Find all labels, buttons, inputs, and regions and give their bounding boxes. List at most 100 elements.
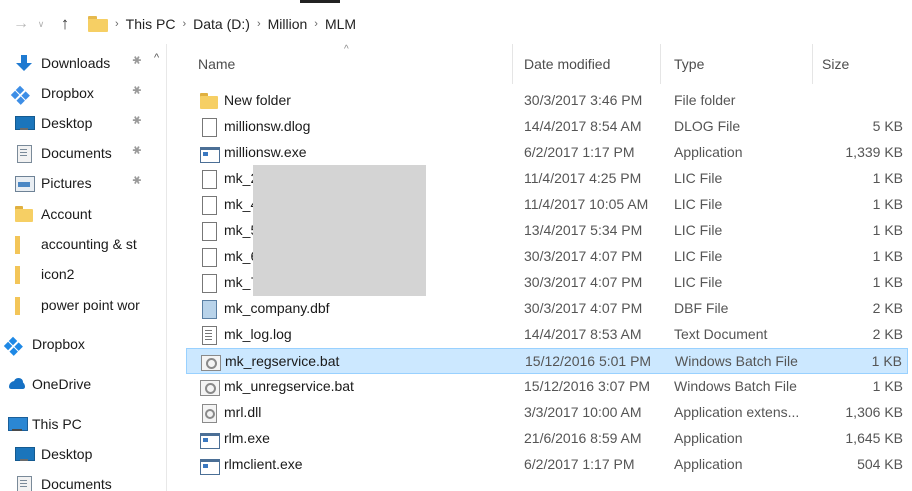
file-type: File folder <box>674 92 736 108</box>
file-size: 1 KB <box>871 353 902 369</box>
file-type: DLOG File <box>674 118 741 134</box>
file-name: mk_regservice.bat <box>225 353 340 369</box>
download-icon <box>15 55 33 71</box>
application-icon <box>200 456 220 475</box>
folder-icon <box>15 206 33 222</box>
nav-item-label: Dropbox <box>41 85 94 101</box>
nav-item-desktop[interactable]: Desktop ✱ <box>0 111 166 135</box>
file-row[interactable]: New folder 30/3/2017 3:46 PM File folder <box>186 88 908 114</box>
nav-item-accounting[interactable]: accounting & st <box>0 232 166 256</box>
back-arrow-icon[interactable]: → <box>10 13 32 35</box>
file-type: LIC File <box>674 222 723 238</box>
nav-item-thispc-documents[interactable]: Documents <box>0 472 166 491</box>
file-size: 504 KB <box>857 456 903 472</box>
file-date: 30/3/2017 4:07 PM <box>524 300 643 316</box>
column-header-name[interactable]: Name <box>198 56 235 72</box>
file-row[interactable]: rlmclient.exe 6/2/2017 1:17 PM Applicati… <box>186 452 908 478</box>
file-date: 30/3/2017 3:46 PM <box>524 92 643 108</box>
up-arrow-icon[interactable]: ↑ <box>54 13 76 35</box>
file-date: 14/4/2017 8:53 AM <box>524 326 642 342</box>
pin-icon[interactable]: ✱ <box>129 113 143 128</box>
database-file-icon <box>200 300 218 319</box>
nav-root-dropbox[interactable]: Dropbox <box>0 332 166 356</box>
nav-item-label: accounting & st <box>41 236 137 252</box>
cropped-top-edge <box>0 0 912 7</box>
blank-file-icon <box>200 274 218 293</box>
column-header-size[interactable]: Size <box>822 56 849 72</box>
file-row[interactable]: millionsw.exe 6/2/2017 1:17 PM Applicati… <box>186 140 908 166</box>
pin-icon[interactable]: ✱ <box>129 83 143 98</box>
file-size: 1 KB <box>872 196 903 212</box>
pin-icon[interactable]: ✱ <box>129 53 143 68</box>
file-date: 6/2/2017 1:17 PM <box>524 144 635 160</box>
file-row[interactable]: rlm.exe 21/6/2016 8:59 AM Application 1,… <box>186 426 908 452</box>
pin-icon[interactable]: ✱ <box>129 143 143 158</box>
nav-item-pictures[interactable]: Pictures ✱ <box>0 171 166 195</box>
file-type: Application <box>674 430 743 446</box>
column-divider[interactable] <box>660 44 661 84</box>
file-type: Application extens... <box>674 404 800 420</box>
nav-item-dropbox[interactable]: Dropbox ✱ <box>0 81 166 105</box>
breadcrumb-chevron-icon[interactable]: › <box>182 18 186 30</box>
file-type: LIC File <box>674 170 723 186</box>
file-row-selected[interactable]: mk_regservice.bat 15/12/2016 5:01 PM Win… <box>186 348 908 374</box>
column-header-date-modified[interactable]: Date modified <box>524 56 610 72</box>
pin-icon[interactable]: ✱ <box>129 173 143 188</box>
file-date: 13/4/2017 5:34 PM <box>524 222 643 238</box>
file-name: New folder <box>224 92 291 108</box>
column-header-type[interactable]: Type <box>674 56 704 72</box>
nav-item-account[interactable]: Account <box>0 202 166 226</box>
breadcrumb-this-pc[interactable]: This PC <box>126 16 176 32</box>
file-row[interactable]: mk_log.log 14/4/2017 8:53 AM Text Docume… <box>186 322 908 348</box>
navigation-pane[interactable]: ^ Downloads ✱ Dropbox ✱ Desktop ✱ Docume… <box>0 44 167 491</box>
file-date: 3/3/2017 10:00 AM <box>524 404 642 420</box>
pictures-icon <box>15 175 35 192</box>
breadcrumb-chevron-icon[interactable]: › <box>314 18 318 30</box>
file-name: mk_company.dbf <box>224 300 330 316</box>
onedrive-icon <box>8 376 26 392</box>
file-date: 21/6/2016 8:59 AM <box>524 430 642 446</box>
file-date: 14/4/2017 8:54 AM <box>524 118 642 134</box>
file-size: 1,306 KB <box>845 404 903 420</box>
nav-item-downloads[interactable]: Downloads ✱ <box>0 51 166 75</box>
nav-item-thispc-desktop[interactable]: Desktop <box>0 442 166 466</box>
folder-icon <box>88 16 108 32</box>
text-document-icon <box>200 326 218 345</box>
batch-file-icon <box>200 378 220 396</box>
file-size: 1,645 KB <box>845 430 903 446</box>
column-divider[interactable] <box>512 44 513 84</box>
file-row[interactable]: mk_unregservice.bat 15/12/2016 3:07 PM W… <box>186 374 908 400</box>
breadcrumb-chevron-icon[interactable]: › <box>257 18 261 30</box>
nav-item-icon2[interactable]: icon2 <box>0 262 166 286</box>
blank-file-icon <box>200 222 218 241</box>
nav-item-label: icon2 <box>41 266 75 282</box>
folder-icon <box>15 266 33 284</box>
recent-locations-chevron-icon[interactable]: ∨ <box>32 13 50 35</box>
nav-item-documents[interactable]: Documents ✱ <box>0 141 166 165</box>
file-type: DBF File <box>674 300 729 316</box>
breadcrumb-mlm[interactable]: MLM <box>325 16 356 32</box>
application-icon <box>200 144 220 163</box>
nav-root-onedrive[interactable]: OneDrive <box>0 372 166 396</box>
file-row[interactable]: millionsw.dlog 14/4/2017 8:54 AM DLOG Fi… <box>186 114 908 140</box>
computer-icon <box>8 416 28 432</box>
file-size: 1 KB <box>872 222 903 238</box>
breadcrumb-chevron-icon: › <box>115 18 119 30</box>
file-name: mk_log.log <box>224 326 292 342</box>
column-divider[interactable] <box>812 44 813 84</box>
nav-item-label: Pictures <box>41 175 92 191</box>
file-type: LIC File <box>674 248 723 264</box>
nav-root-this-pc[interactable]: This PC <box>0 412 166 436</box>
file-type: LIC File <box>674 196 723 212</box>
file-row[interactable]: mk_company.dbf 30/3/2017 4:07 PM DBF Fil… <box>186 296 908 322</box>
breadcrumb-million[interactable]: Million <box>268 16 308 32</box>
file-size: 1 KB <box>872 274 903 290</box>
folder-icon <box>15 297 33 315</box>
nav-item-power-point[interactable]: power point wor <box>0 293 166 317</box>
file-type: Text Document <box>674 326 768 342</box>
breadcrumb-data-drive[interactable]: Data (D:) <box>193 16 250 32</box>
dll-file-icon <box>200 404 218 423</box>
nav-item-label: OneDrive <box>32 376 92 392</box>
batch-file-icon <box>201 353 221 371</box>
file-row[interactable]: mrl.dll 3/3/2017 10:00 AM Application ex… <box>186 400 908 426</box>
